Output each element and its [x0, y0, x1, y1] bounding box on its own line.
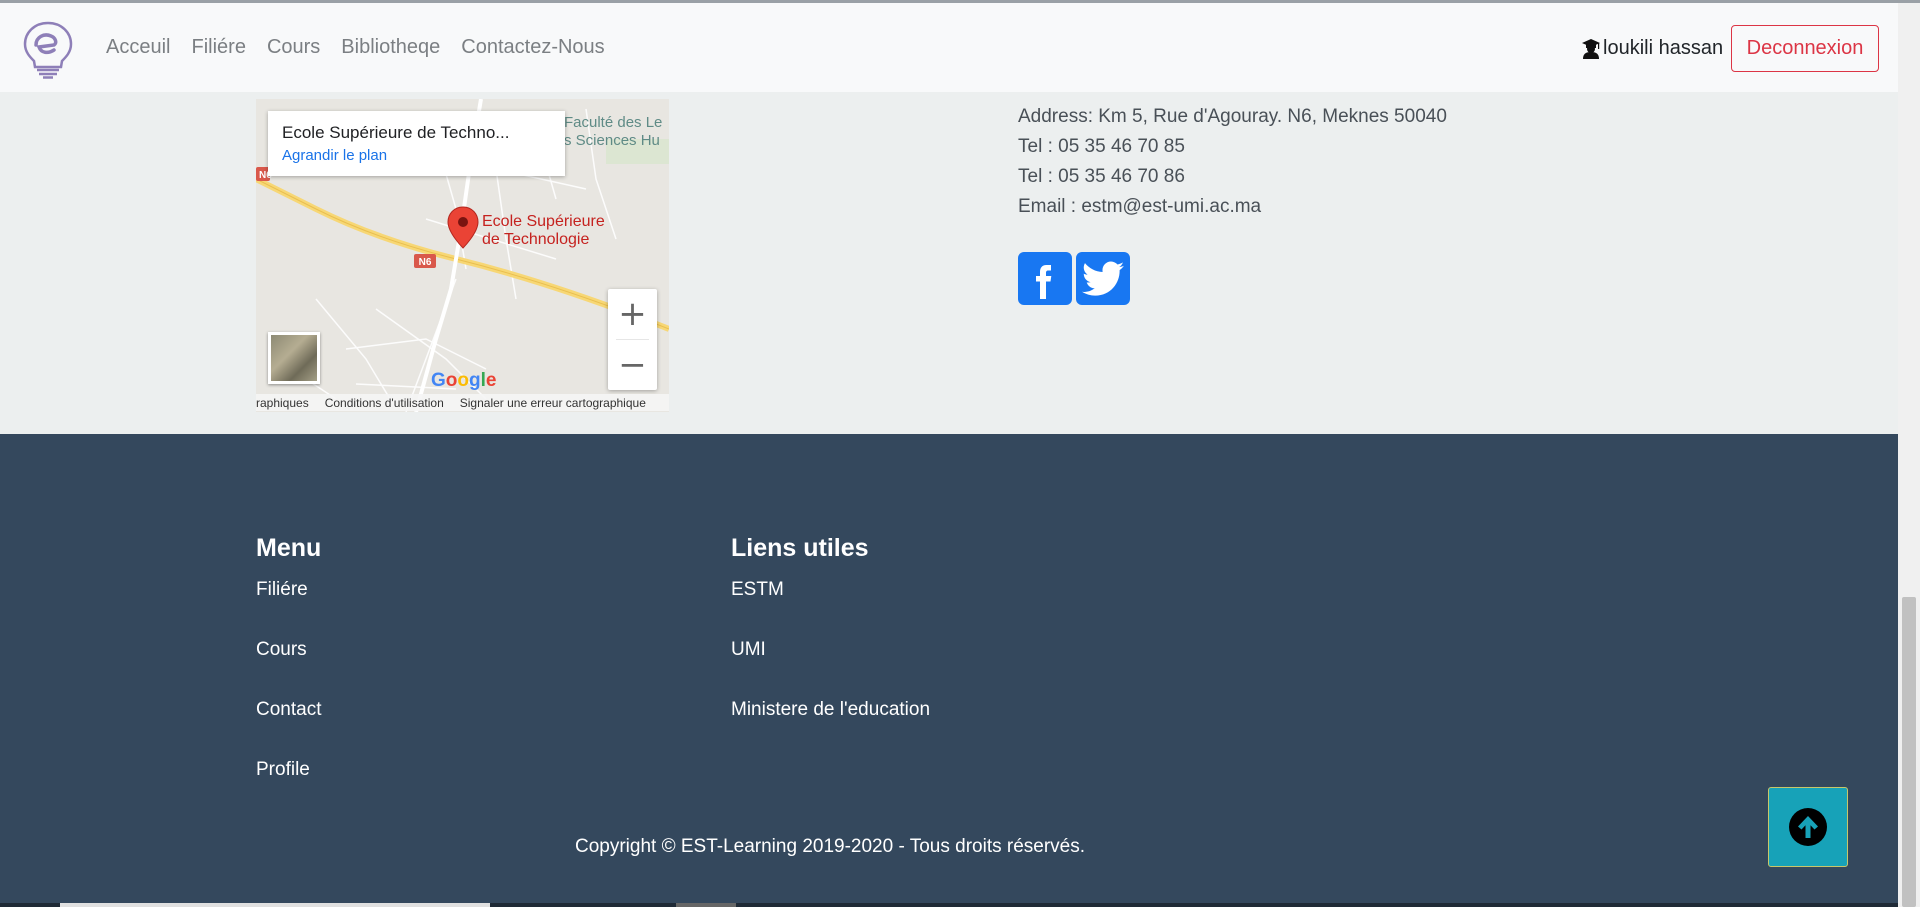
contact-address: Address: Km 5, Rue d'Agouray. N6, Meknes…: [1018, 106, 1447, 127]
navbar: Acceuil Filiére Cours Bibliotheqe Contac…: [0, 3, 1898, 92]
taskbar-edge: [0, 903, 1898, 907]
copyright-text: Copyright © EST-Learning 2019-2020 - Tou…: [574, 836, 1086, 857]
nav-link-filiere[interactable]: Filiére: [191, 36, 245, 59]
scroll-to-top-button[interactable]: [1768, 787, 1848, 867]
footer-link-umi[interactable]: UMI: [731, 639, 930, 661]
contact-tel-2: Tel : 05 35 46 70 86: [1018, 166, 1185, 187]
social-links: [1018, 252, 1130, 305]
footer-link-estm[interactable]: ESTM: [731, 579, 930, 601]
contact-email: Email : estm@est-umi.ac.ma: [1018, 196, 1262, 217]
map-zoom-control: + −: [608, 289, 657, 390]
zoom-in-button[interactable]: +: [608, 289, 657, 339]
contact-info: Address: Km 5, Rue d'Agouray. N6, Meknes…: [1018, 102, 1447, 222]
satellite-toggle[interactable]: [268, 332, 320, 384]
facebook-button[interactable]: [1018, 252, 1072, 305]
map-footer-terms-link[interactable]: Conditions d'utilisation: [325, 396, 444, 410]
footer-links-column: Liens utiles ESTM UMI Ministere de l'edu…: [731, 534, 930, 759]
zoom-out-button[interactable]: −: [608, 340, 657, 390]
footer: Menu Filiére Cours Contact Profile Liens…: [0, 434, 1898, 907]
user-profile[interactable]: loukili hassan: [1582, 37, 1723, 60]
map-footer-data-link[interactable]: raphiques: [256, 396, 309, 410]
map-poi-faculte-line1: Faculté des Le: [564, 114, 662, 131]
contact-tel-1: Tel : 05 35 46 70 85: [1018, 136, 1185, 157]
taskbar-item: [60, 903, 490, 907]
contact-section: N6 N6 Faculté des Le s Sciences Hu Ecole…: [0, 92, 1898, 434]
footer-link-cours[interactable]: Cours: [256, 639, 321, 661]
logout-button[interactable]: Deconnexion: [1731, 25, 1879, 72]
twitter-icon: [1082, 261, 1124, 296]
scrollbar-thumb[interactable]: [1902, 597, 1916, 907]
map-footer-report-link[interactable]: Signaler une erreur cartographique: [460, 396, 646, 410]
footer-menu-heading: Menu: [256, 534, 322, 562]
map-footer: raphiques Conditions d'utilisation Signa…: [256, 394, 669, 411]
taskbar-item: [676, 903, 736, 907]
map-place-card: Ecole Supérieure de Techno... Agrandir l…: [268, 111, 565, 176]
footer-link-filiere[interactable]: Filiére: [256, 579, 321, 601]
map-place-title: Ecole Supérieure de Techno...: [282, 123, 510, 142]
nav-links: Acceuil Filiére Cours Bibliotheqe Contac…: [106, 3, 626, 92]
copyright: Copyright © EST-Learning 2019-2020 - Tou…: [0, 836, 1898, 858]
google-map[interactable]: N6 N6 Faculté des Le s Sciences Hu Ecole…: [256, 99, 669, 412]
site-logo[interactable]: [18, 19, 78, 79]
footer-link-contact[interactable]: Contact: [256, 699, 321, 721]
footer-links-heading: Liens utiles: [731, 534, 869, 562]
footer-menu-column: Menu Filiére Cours Contact Profile: [256, 534, 321, 819]
footer-link-ministere[interactable]: Ministere de l'education: [731, 699, 930, 721]
nav-link-cours[interactable]: Cours: [267, 36, 320, 59]
map-marker-label-line1: Ecole Supérieure: [482, 213, 605, 230]
google-logo: Google: [431, 370, 497, 391]
nav-link-contactez-nous[interactable]: Contactez-Nous: [461, 36, 604, 59]
nav-link-bibliotheqe[interactable]: Bibliotheqe: [341, 36, 440, 59]
map-enlarge-link[interactable]: Agrandir le plan: [282, 147, 551, 164]
nav-link-acceuil[interactable]: Acceuil: [106, 36, 170, 59]
page-scrollbar[interactable]: [1898, 3, 1920, 907]
user-name: loukili hassan: [1603, 37, 1724, 59]
graduate-user-icon: [1582, 38, 1600, 59]
footer-link-profile[interactable]: Profile: [256, 759, 321, 781]
road-label-n6: N6: [419, 257, 432, 268]
facebook-icon: [1036, 264, 1052, 299]
twitter-button[interactable]: [1076, 252, 1130, 305]
lightbulb-logo-icon: [23, 21, 73, 79]
arrow-up-circle-icon: [1789, 808, 1827, 846]
map-poi-faculte-line2: s Sciences Hu: [564, 132, 660, 149]
map-marker-label-line2: de Technologie: [482, 231, 589, 248]
